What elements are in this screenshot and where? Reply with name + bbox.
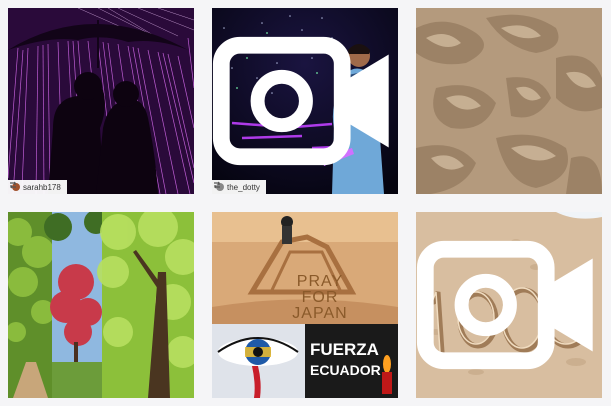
fuerza-text: FUERZA — [310, 340, 379, 359]
repost-caption[interactable]: sarahb178 — [8, 180, 67, 194]
video-camera-icon — [416, 240, 593, 370]
photo-tile-sand-1000[interactable] — [416, 212, 602, 398]
repost-username[interactable]: the_dotty — [227, 183, 260, 192]
tree-garden-collage-image — [8, 212, 194, 398]
photo-tile-pray-for-japan[interactable]: PRAY FOR JAPAN FUERZA ECUADOR — [212, 212, 398, 398]
umbrella-couple-image — [8, 8, 194, 194]
repost-icon — [10, 181, 16, 189]
photo-tile-sand-texture[interactable] — [416, 8, 602, 194]
repost-icon — [214, 181, 220, 189]
ecuador-text: ECUADOR — [310, 362, 381, 378]
photo-tile-tree-garden[interactable] — [8, 212, 194, 398]
video-camera-icon — [212, 36, 389, 166]
photo-tile-umbrella-couple[interactable]: sarahb178 — [8, 8, 194, 194]
sand-message: PRAY FOR JAPAN — [292, 273, 348, 322]
repost-caption[interactable]: the_dotty — [212, 180, 266, 194]
sand-texture-image — [416, 8, 602, 194]
photo-tile-performer[interactable]: the_dotty — [212, 8, 398, 194]
repost-username[interactable]: sarahb178 — [23, 183, 61, 192]
